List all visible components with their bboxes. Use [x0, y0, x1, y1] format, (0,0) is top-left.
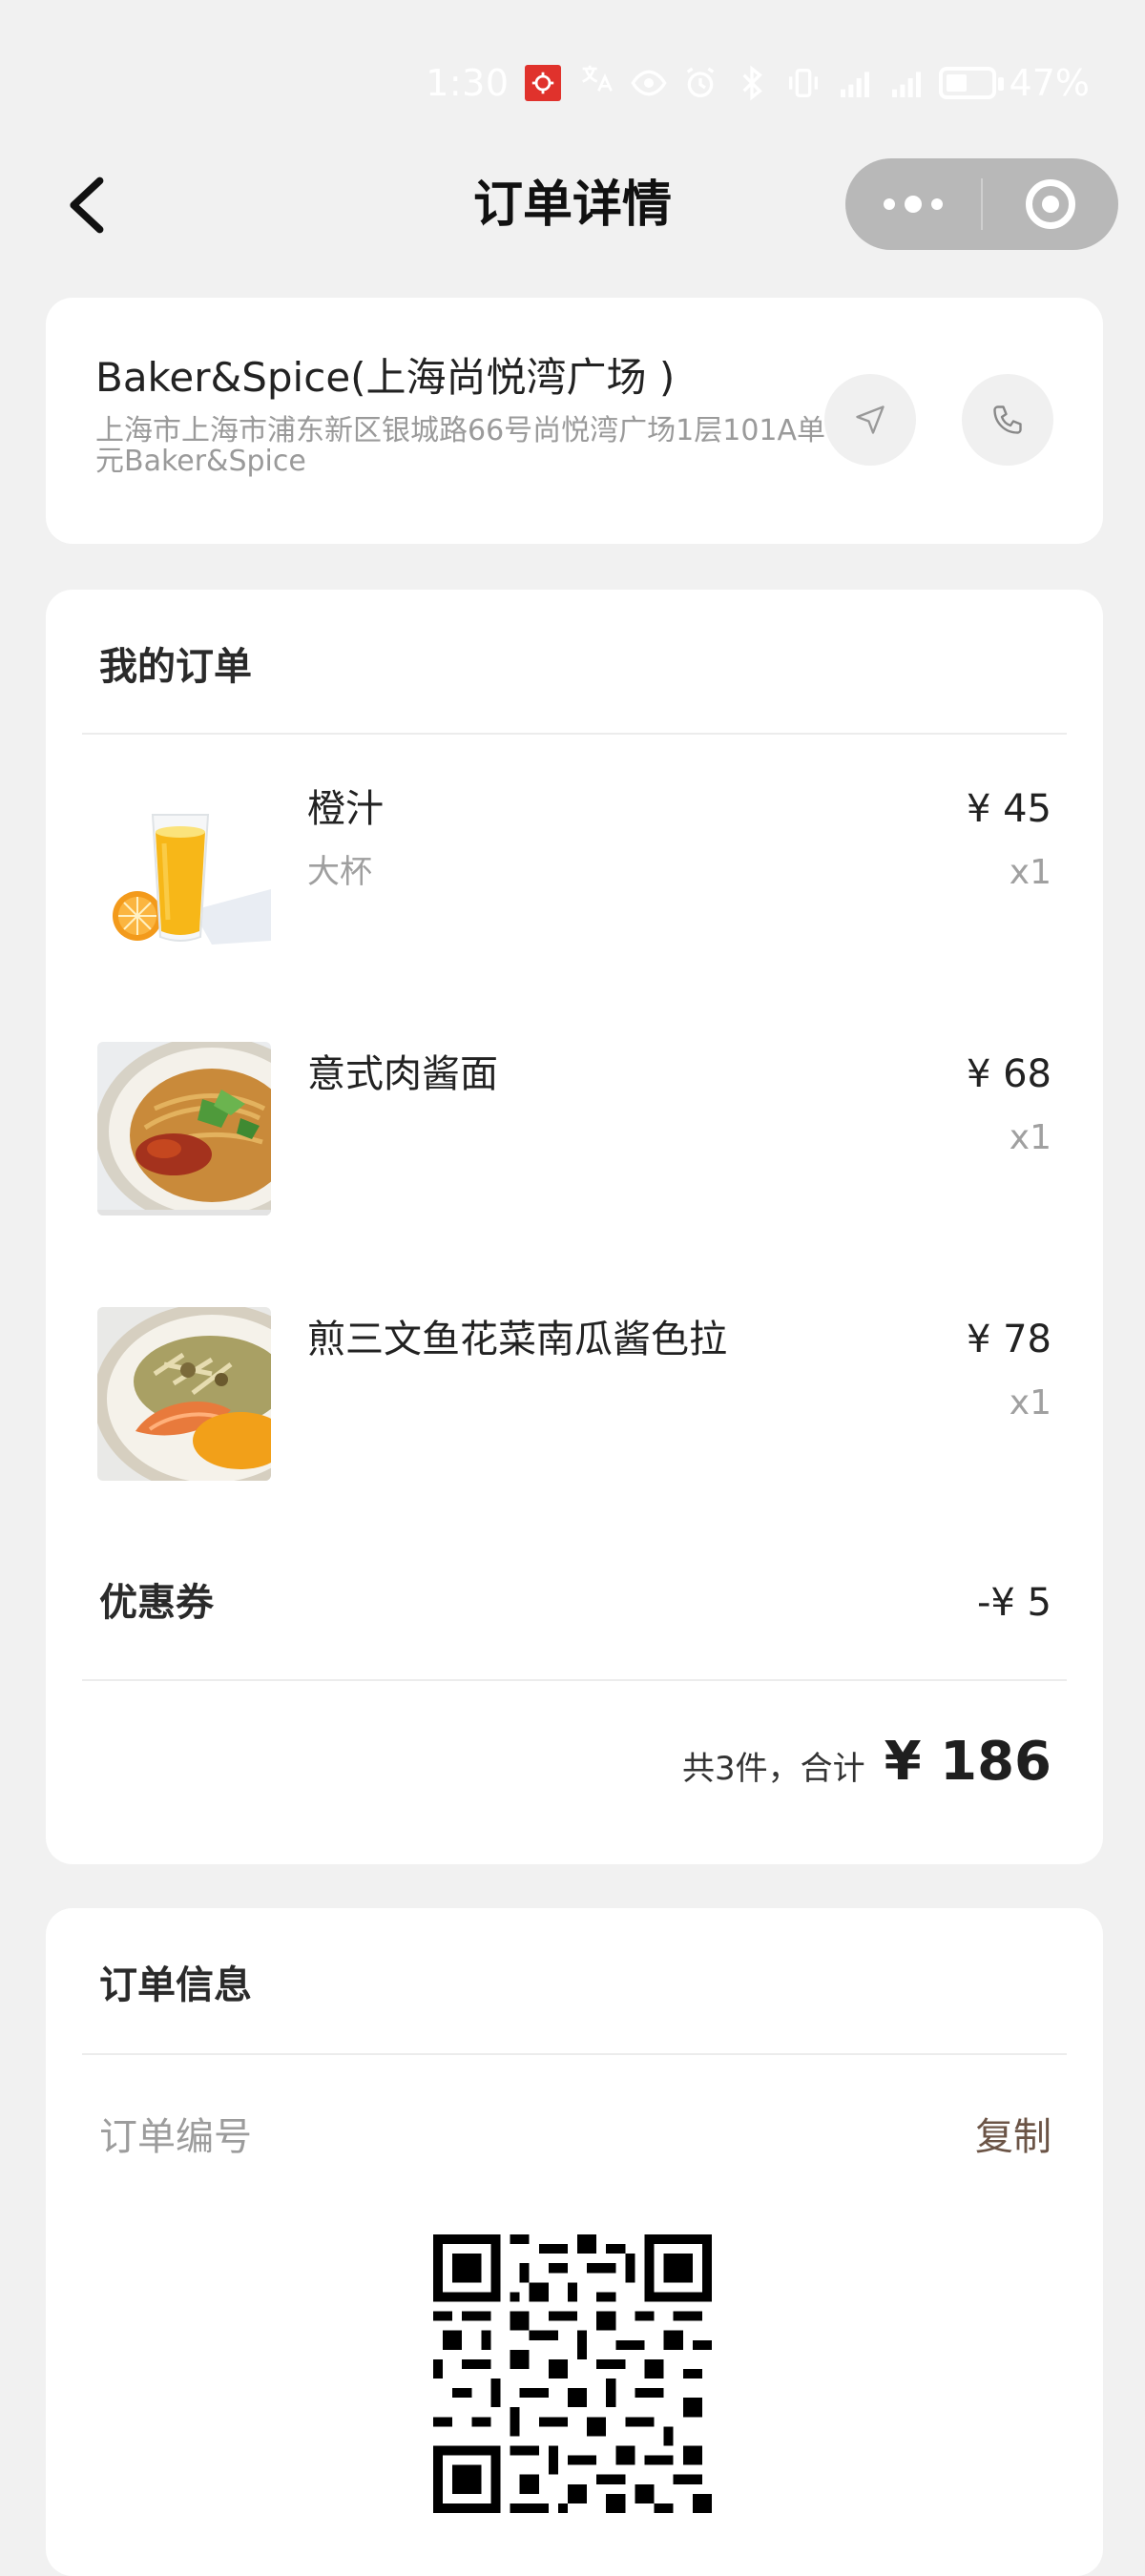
- mini-program-capsule: [845, 158, 1118, 250]
- item-price: ¥ 78: [966, 1318, 1051, 1361]
- navigation-arrow-icon: [856, 405, 885, 434]
- divider: [82, 2053, 1067, 2055]
- signal-4g-icon: [891, 71, 921, 97]
- status-time: 1:30: [426, 61, 510, 104]
- translate-icon: [576, 59, 614, 106]
- header: 订单详情: [0, 143, 1145, 267]
- total-row: 共3件，合计 ¥ 186: [682, 1731, 1051, 1793]
- status-icons: 47%: [630, 62, 1090, 104]
- item-name: 橙汁: [307, 787, 384, 831]
- target-close-icon: [1026, 179, 1075, 229]
- item-price: ¥ 45: [966, 787, 1051, 831]
- vibrate-icon: [788, 68, 818, 97]
- item-price: ¥ 68: [966, 1052, 1051, 1096]
- item-name: 意式肉酱面: [307, 1052, 498, 1096]
- total-value: ¥ 186: [884, 1731, 1051, 1793]
- order-number-label: 订单编号: [99, 2115, 252, 2159]
- item-spec: 大杯: [307, 853, 372, 891]
- phone-icon: [993, 405, 1022, 434]
- store-card: Baker&Spice(上海尚悦湾广场 ) 上海市上海市浦东新区银城路66号尚悦…: [46, 298, 1103, 544]
- status-bar: 1:30 47%: [0, 0, 1145, 143]
- bolognese-pasta-image: [97, 1042, 271, 1215]
- qr-code-image: [433, 2234, 712, 2513]
- eye-icon: [630, 70, 667, 95]
- order-item[interactable]: 橙汁 大杯 ¥ 45 x1: [97, 777, 1051, 954]
- store-address: 上海市上海市浦东新区银城路66号尚悦湾广场1层101A单元Baker&Spice: [95, 414, 826, 478]
- divider: [82, 1679, 1067, 1681]
- item-quantity: x1: [1009, 1383, 1051, 1423]
- divider: [82, 733, 1067, 735]
- more-button[interactable]: [845, 158, 981, 250]
- navigate-button[interactable]: [824, 374, 916, 466]
- order-info-title: 订单信息: [99, 1963, 252, 2007]
- store-name: Baker&Spice(上海尚悦湾广场 ): [95, 354, 676, 401]
- order-item[interactable]: 意式肉酱面 ¥ 68 x1: [97, 1042, 1051, 1219]
- call-button[interactable]: [962, 374, 1053, 466]
- copy-button[interactable]: 复制: [975, 2112, 1051, 2162]
- status-bar-right: 1:30 47%: [426, 59, 1090, 106]
- salmon-salad-image: [97, 1307, 271, 1481]
- more-dots-icon: [884, 198, 895, 210]
- order-section-title: 我的订单: [99, 645, 252, 689]
- total-label: 共3件，合计: [682, 1750, 865, 1788]
- order-info-card: 订单信息 订单编号 复制: [46, 1908, 1103, 2576]
- bluetooth-icon: [742, 65, 762, 100]
- battery-icon: [938, 66, 1004, 99]
- close-mini-program-button[interactable]: [983, 158, 1118, 250]
- order-item[interactable]: 煎三文鱼花菜南瓜酱色拉 ¥ 78 x1: [97, 1307, 1051, 1485]
- app-badge-icon: [524, 64, 561, 101]
- coupon-label: 优惠券: [99, 1581, 214, 1625]
- order-card: 我的订单 橙汁 大杯 ¥ 45 x1 意式肉酱面 ¥ 68 x1 煎三文鱼花菜南…: [46, 590, 1103, 1864]
- coupon-value: -¥ 5: [976, 1581, 1051, 1625]
- item-name: 煎三文鱼花菜南瓜酱色拉: [307, 1318, 727, 1361]
- alarm-icon: [686, 67, 714, 97]
- signal-5g-icon: [840, 71, 869, 97]
- orange-juice-image: [97, 777, 271, 950]
- item-quantity: x1: [1009, 1118, 1051, 1157]
- battery-percent: 47%: [1009, 61, 1090, 104]
- battery-fill: [946, 73, 967, 92]
- item-quantity: x1: [1009, 853, 1051, 892]
